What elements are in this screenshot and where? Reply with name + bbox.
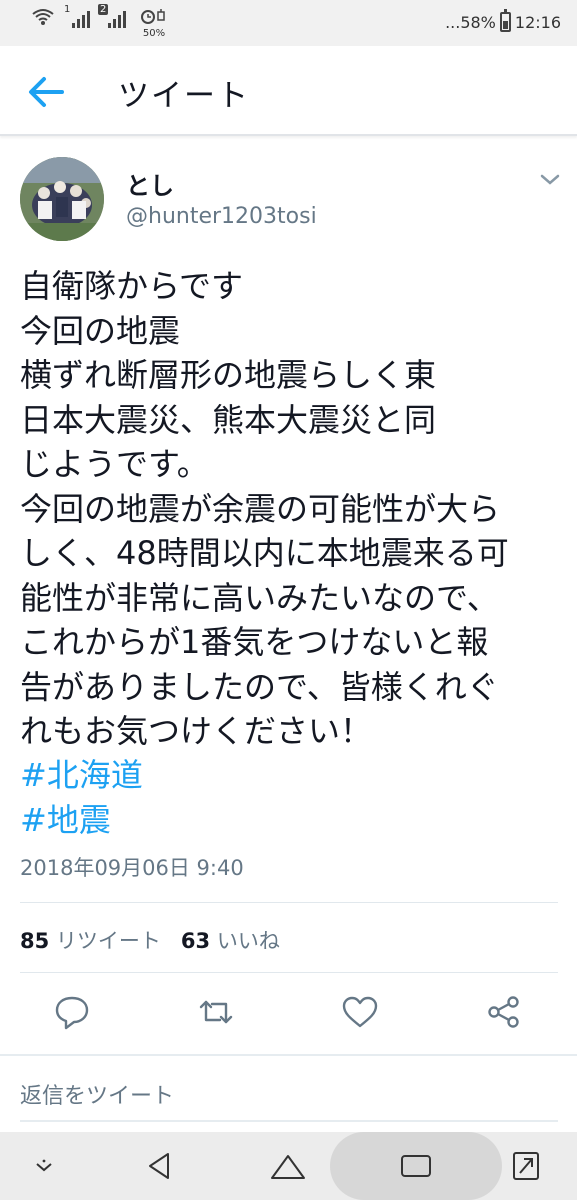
like-count: 63 xyxy=(180,929,211,953)
reply-underline xyxy=(20,1120,558,1122)
divider xyxy=(20,902,558,903)
notification-down-button[interactable] xyxy=(22,1144,66,1188)
battery-percent: ...58% xyxy=(445,12,496,32)
back-button[interactable] xyxy=(26,74,66,110)
system-nav-bar xyxy=(0,1132,577,1200)
divider xyxy=(20,972,558,973)
recents-icon xyxy=(401,1155,431,1177)
nav-home-button[interactable] xyxy=(266,1144,310,1188)
back-triangle-icon xyxy=(149,1153,169,1179)
status-bar: 1 2 50% ...58% 12:16 xyxy=(0,0,577,46)
nav-recents-button[interactable] xyxy=(394,1144,438,1188)
wifi-icon xyxy=(32,8,54,28)
nav-expand-button[interactable] xyxy=(504,1144,548,1188)
share-button[interactable] xyxy=(484,992,524,1032)
retweet-icon xyxy=(199,1000,233,1024)
tweet-body: 自衛隊からです 今回の地震 横ずれ断層形の地震らしく東 日本大震災、熊本大震災と… xyxy=(20,267,509,750)
reply-button[interactable] xyxy=(52,992,92,1032)
battery-saver-pct: 50% xyxy=(142,28,166,39)
tweet-timestamp: 2018年09月06日 9:40 xyxy=(20,856,244,880)
author-name[interactable]: とし xyxy=(126,166,174,201)
battery-icon xyxy=(499,9,511,32)
expand-icon xyxy=(513,1152,539,1180)
retweet-label: リツイート xyxy=(55,929,161,953)
home-icon xyxy=(271,1155,305,1179)
arrow-left-icon xyxy=(29,77,64,107)
sim1-label: 1 xyxy=(64,4,71,15)
like-count-link[interactable]: 63 いいね xyxy=(181,925,280,955)
reply-input[interactable]: 返信をツイート xyxy=(20,1078,174,1110)
status-icons-right: ...58% 12:16 xyxy=(445,9,561,32)
signal-sim1-icon: 1 xyxy=(64,4,90,28)
notification-down-icon xyxy=(36,1159,52,1172)
like-label: いいね xyxy=(216,929,280,953)
signal-sim2-icon: 2 xyxy=(98,4,126,28)
app-header: ツイート xyxy=(0,46,577,136)
avatar-image xyxy=(20,157,104,241)
tweet-actions xyxy=(0,992,577,1032)
nav-back-button[interactable] xyxy=(138,1144,182,1188)
reply-icon xyxy=(55,996,89,1030)
clock: 12:16 xyxy=(514,12,561,32)
retweet-count: 85 xyxy=(20,929,50,953)
hashtag-list: #北海道 #地震 xyxy=(20,753,143,842)
page-title: ツイート xyxy=(118,78,250,114)
tweet-stats: 85 リツイート 63 いいね xyxy=(20,925,280,955)
sim2-label: 2 xyxy=(98,4,109,15)
like-button[interactable] xyxy=(340,992,380,1032)
battery-saver-icon: 50% xyxy=(138,8,170,42)
retweet-count-link[interactable]: 85 リツイート xyxy=(20,925,161,955)
reply-bar: 返信をツイート xyxy=(0,1054,577,1132)
share-icon xyxy=(488,996,519,1028)
avatar[interactable] xyxy=(20,157,104,241)
chevron-down-icon xyxy=(540,174,560,185)
like-icon xyxy=(342,996,378,1028)
author-handle[interactable]: @hunter1203tosi xyxy=(126,204,317,229)
status-icons-left: 1 2 50% xyxy=(32,4,170,42)
hashtag-link[interactable]: #地震 xyxy=(20,798,143,843)
tweet-menu-button[interactable] xyxy=(536,170,564,190)
battery-fill xyxy=(502,21,508,29)
retweet-button[interactable] xyxy=(196,992,236,1032)
hashtag-link[interactable]: #北海道 xyxy=(20,753,143,798)
